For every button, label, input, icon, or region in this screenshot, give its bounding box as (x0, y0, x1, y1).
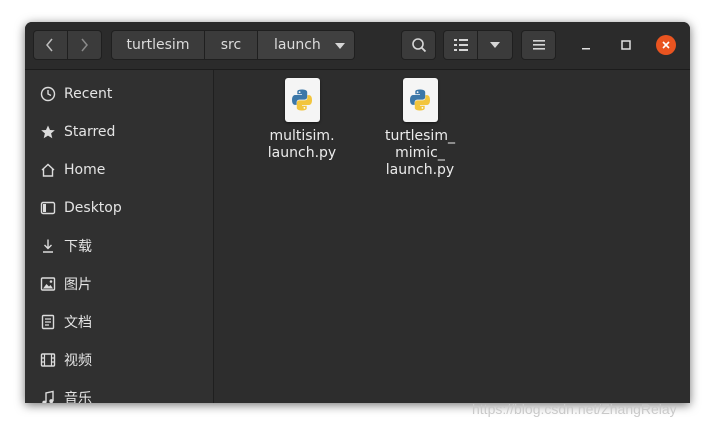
breadcrumb-launch[interactable]: launch (258, 30, 355, 60)
search-button[interactable] (401, 30, 436, 60)
pictures-icon (39, 275, 57, 293)
menu-button[interactable] (521, 30, 556, 60)
sidebar-item-label: Home (64, 162, 106, 178)
breadcrumb-src[interactable]: src (205, 30, 258, 60)
hamburger-menu-icon (532, 40, 545, 50)
file-view: multisim. launch.py turtlesim_ mimic_ la… (215, 70, 690, 403)
python-file-icon (284, 78, 320, 122)
videos-icon (39, 351, 57, 369)
sidebar-item-label: Starred (64, 124, 116, 140)
home-icon (39, 161, 57, 179)
watermark: https://blog.csdn.net/ZhangRelay (472, 401, 677, 417)
chevron-down-icon (490, 42, 500, 48)
breadcrumb: turtlesim src launch (111, 30, 355, 60)
sidebar-item-documents[interactable]: 文档 (25, 303, 213, 341)
sidebar-item-label: 视频 (64, 353, 92, 369)
list-view-icon (453, 39, 468, 51)
sidebar-item-label: 音乐 (64, 391, 92, 403)
close-icon (662, 41, 670, 49)
star-icon (39, 123, 57, 141)
sidebar-item-pictures[interactable]: 图片 (25, 265, 213, 303)
breadcrumb-launch-label: launch (274, 37, 321, 53)
clock-icon (39, 85, 57, 103)
sidebar-item-downloads[interactable]: 下载 (25, 227, 213, 265)
sidebar-item-label: 图片 (64, 277, 92, 293)
header-bar: turtlesim src launch (25, 22, 690, 70)
sidebar-item-starred[interactable]: Starred (25, 113, 213, 151)
maximize-button[interactable] (616, 35, 636, 55)
list-view-button[interactable] (443, 30, 478, 60)
sidebar-item-label: 下载 (64, 239, 92, 255)
sidebar: Recent Starred Home Desktop 下载 图片 文档 视频 … (25, 70, 214, 403)
close-button[interactable] (656, 35, 676, 55)
view-buttons (443, 30, 513, 60)
file-item-multisim[interactable]: multisim. launch.py (247, 78, 357, 162)
file-name: turtlesim_ mimic_ launch.py (385, 128, 455, 178)
music-icon (39, 389, 57, 403)
chevron-right-icon (81, 38, 89, 52)
sidebar-item-label: Recent (64, 86, 113, 102)
chevron-left-icon (46, 38, 53, 52)
close-circle (656, 35, 676, 55)
sidebar-item-videos[interactable]: 视频 (25, 341, 213, 379)
desktop-icon (39, 199, 57, 217)
file-name: multisim. launch.py (267, 128, 337, 161)
minimize-icon (582, 48, 590, 50)
download-icon (39, 237, 57, 255)
maximize-icon (621, 40, 631, 50)
documents-icon (39, 313, 57, 331)
search-icon (411, 38, 426, 53)
back-button[interactable] (33, 30, 68, 60)
sidebar-item-music[interactable]: 音乐 (25, 379, 213, 403)
nav-buttons (33, 30, 102, 60)
sidebar-item-desktop[interactable]: Desktop (25, 189, 213, 227)
view-options-button[interactable] (478, 30, 513, 60)
sidebar-item-label: 文档 (64, 315, 92, 331)
chevron-down-icon (335, 43, 345, 49)
python-file-icon (402, 78, 438, 122)
sidebar-item-recent[interactable]: Recent (25, 75, 213, 113)
minimize-button[interactable] (576, 35, 596, 55)
sidebar-item-home[interactable]: Home (25, 151, 213, 189)
forward-button[interactable] (67, 30, 102, 60)
sidebar-item-label: Desktop (64, 200, 122, 216)
file-item-turtlesim-mimic[interactable]: turtlesim_ mimic_ launch.py (365, 78, 475, 179)
file-manager-window: turtlesim src launch Recent Starred Home… (25, 22, 690, 403)
breadcrumb-turtlesim[interactable]: turtlesim (111, 30, 205, 60)
